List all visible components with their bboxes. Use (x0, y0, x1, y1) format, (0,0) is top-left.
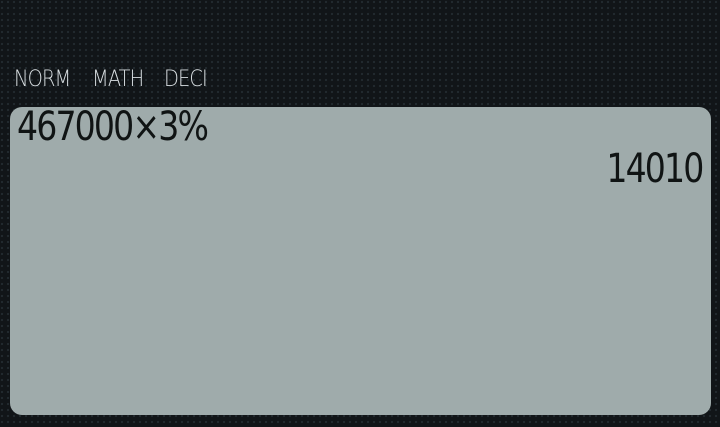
status-math: MATH (92, 66, 144, 92)
calculator-status-bar: NORM MATH DECI (14, 64, 213, 94)
input-expression: 467000×3% (17, 104, 209, 150)
status-norm: NORM (14, 66, 71, 92)
status-deci: DECI (164, 66, 208, 92)
calculator-display[interactable]: 467000×3% 14010 (10, 104, 711, 415)
result-value: 14010 (605, 146, 704, 192)
